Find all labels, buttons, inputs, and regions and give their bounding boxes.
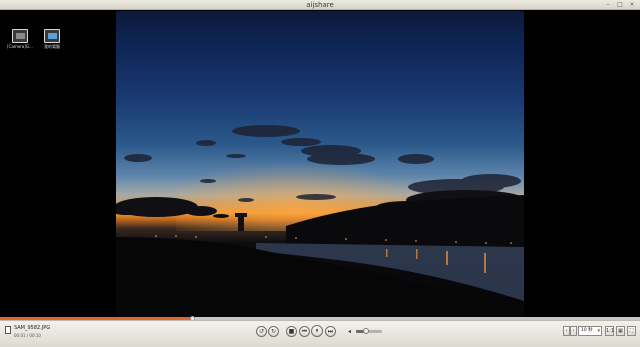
desktop-icon-computer[interactable]: 我的電腦 bbox=[38, 29, 66, 50]
window-title: aijshare bbox=[306, 1, 334, 9]
volume-handle[interactable] bbox=[363, 328, 370, 334]
viewer-stage: [Camera]G... 我的電腦 bbox=[0, 10, 640, 317]
prev-page-button[interactable]: ‹ bbox=[563, 326, 570, 336]
next-page-button[interactable]: › bbox=[570, 326, 577, 336]
desktop-icon-camera[interactable]: [Camera]G... bbox=[6, 29, 34, 49]
volume-icon[interactable]: ◂ bbox=[348, 328, 351, 335]
desktop-icon-label: [Camera]G... bbox=[7, 44, 33, 49]
rotate-left-button[interactable]: ↺ bbox=[256, 326, 267, 337]
control-bar: SAM_9582.JPG 00:01 / 00:10 ↺ ↻ ■ ⏮ ⏸ ⏭ ◂… bbox=[0, 320, 640, 347]
fullscreen-icon[interactable]: ⛶ bbox=[627, 326, 636, 336]
photo-display[interactable] bbox=[116, 11, 524, 317]
rotate-right-button[interactable]: ↻ bbox=[268, 326, 279, 337]
slideshow-interval-select[interactable]: 10 秒 bbox=[578, 326, 602, 336]
stop-button[interactable]: ■ bbox=[286, 326, 297, 337]
close-button[interactable]: × bbox=[628, 1, 636, 9]
photo-scene bbox=[116, 125, 524, 317]
camera-icon bbox=[12, 29, 28, 43]
pause-button[interactable]: ⏸ bbox=[311, 325, 323, 337]
grid-view-icon[interactable]: ▦ bbox=[616, 326, 625, 336]
file-name: SAM_9582.JPG bbox=[14, 325, 51, 331]
image-file-icon bbox=[5, 326, 11, 334]
minimize-button[interactable]: – bbox=[604, 1, 612, 9]
ratio-button[interactable]: 1:1 bbox=[605, 326, 614, 336]
desktop-icon-label: 我的電腦 bbox=[44, 44, 60, 49]
previous-button[interactable]: ⏮ bbox=[299, 326, 310, 337]
title-bar: aijshare – □ × bbox=[0, 0, 640, 10]
time-counter: 00:01 / 00:10 bbox=[14, 333, 41, 338]
computer-icon bbox=[44, 29, 60, 43]
volume-slider[interactable] bbox=[356, 328, 382, 334]
maximize-button[interactable]: □ bbox=[616, 1, 624, 9]
next-button[interactable]: ⏭ bbox=[325, 326, 336, 337]
